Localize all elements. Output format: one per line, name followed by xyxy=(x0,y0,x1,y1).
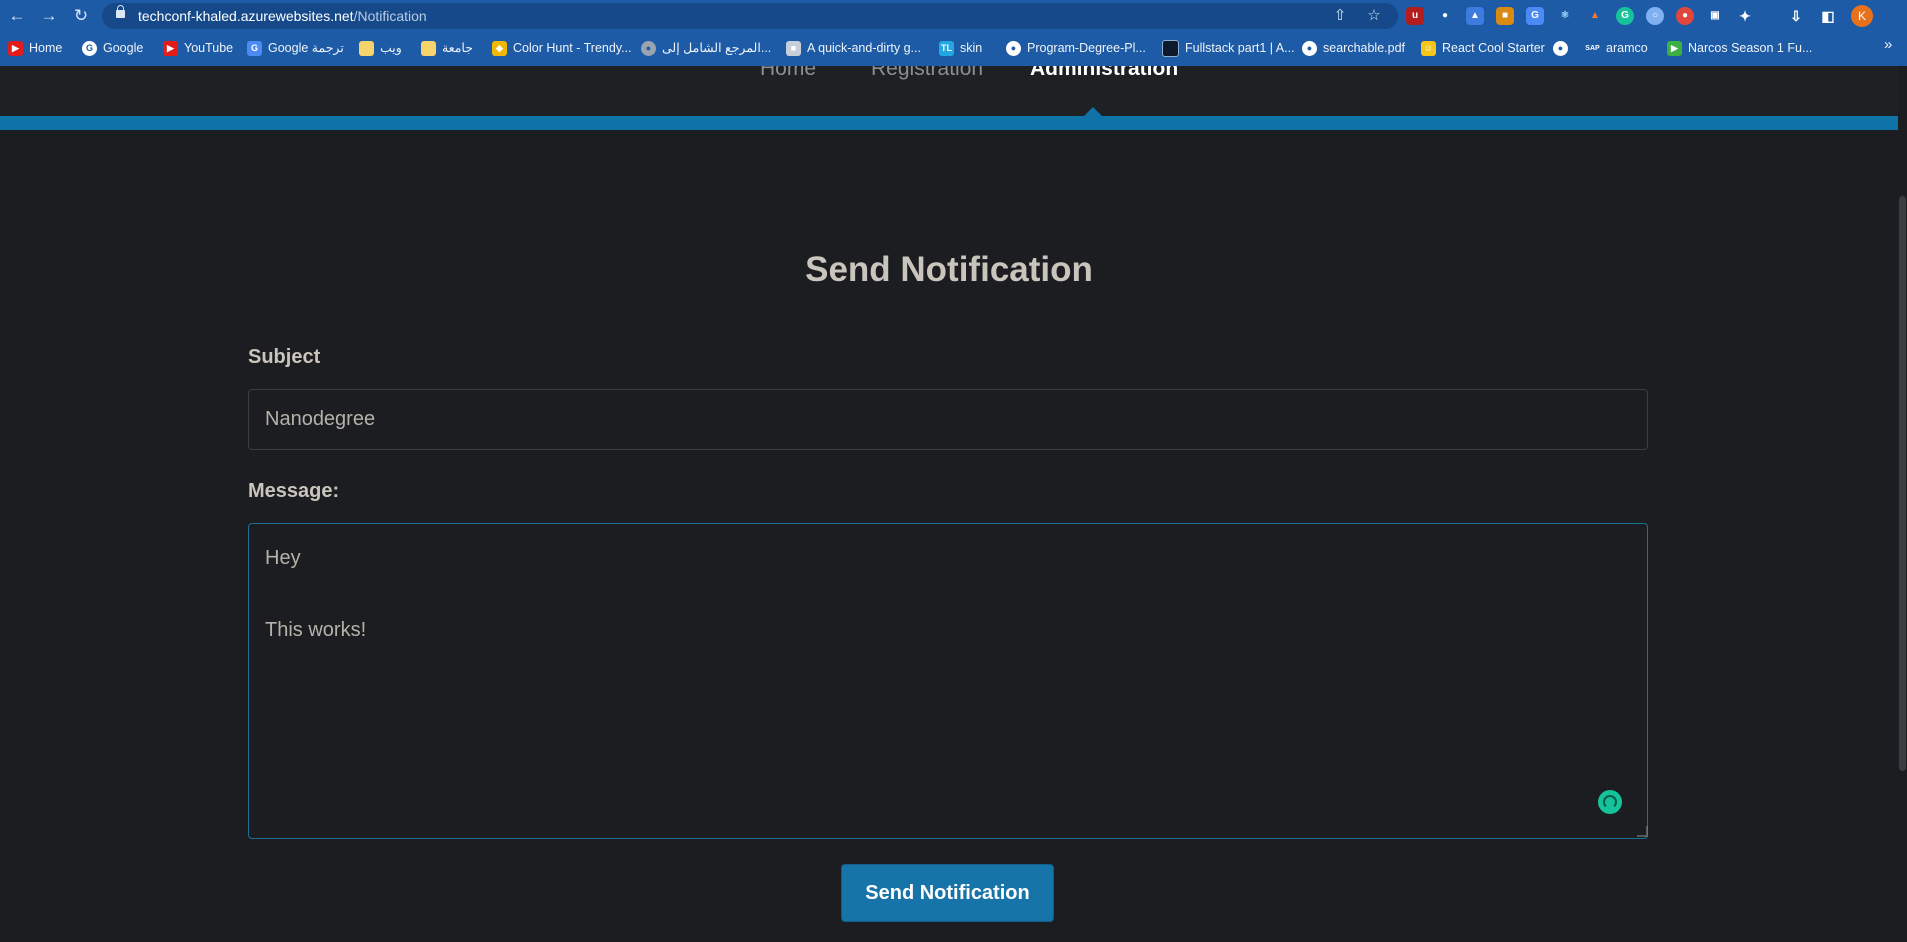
header-accent-bar xyxy=(0,116,1898,130)
bookmark-item[interactable]: ▶ Narcos Season 1 Fu... xyxy=(1667,38,1812,58)
bookmark-item[interactable]: SAP aramco xyxy=(1585,38,1648,58)
nav-link-registration[interactable]: Registration xyxy=(871,66,983,81)
sap-icon: SAP xyxy=(1585,40,1600,56)
message-label: Message: xyxy=(248,480,340,502)
bookmark-label: Home xyxy=(29,41,63,55)
nav-link-administration[interactable]: Administration xyxy=(1030,66,1178,81)
extensions-puzzle-icon[interactable]: ✦ xyxy=(1736,7,1754,25)
scrollbar-thumb[interactable] xyxy=(1899,196,1906,771)
subject-input[interactable]: Nanodegree xyxy=(248,389,1648,450)
bookmark-label: Program-Degree-Pl... xyxy=(1027,41,1146,55)
bookmark-star-icon[interactable]: ☆ xyxy=(1364,6,1384,26)
bookmarks-overflow-icon[interactable]: » xyxy=(1884,36,1892,53)
bookmark-item[interactable]: ويب xyxy=(359,38,402,58)
globe-icon: ● xyxy=(1302,40,1317,56)
page-title: Send Notification xyxy=(805,250,1093,289)
grammarly-widget-icon[interactable] xyxy=(1598,790,1622,814)
google-icon: G xyxy=(82,40,97,56)
bookmark-label: A quick-and-dirty g... xyxy=(807,41,921,55)
textarea-resize-handle[interactable] xyxy=(1637,826,1648,837)
bookmark-label: searchable.pdf xyxy=(1323,41,1406,55)
browser-chrome: ← → ↻ techconf-khaled.azurewebsites.net/… xyxy=(0,0,1907,66)
bookmark-label: Narcos Season 1 Fu... xyxy=(1688,41,1813,55)
bookmark-item[interactable]: TL skin xyxy=(939,38,982,58)
bookmark-label: المرجع الشامل إلى... xyxy=(662,41,772,55)
bookmark-item[interactable]: G Google ترجمة xyxy=(247,38,344,58)
react-devtools-icon[interactable]: ⚛ xyxy=(1556,7,1574,25)
profile-avatar[interactable]: K xyxy=(1851,5,1873,27)
address-bar-row: ← → ↻ techconf-khaled.azurewebsites.net/… xyxy=(0,0,1907,32)
url-host: techconf-khaled.azurewebsites.net xyxy=(138,8,354,24)
subject-label: Subject xyxy=(248,346,321,368)
bookmark-label: aramco xyxy=(1606,41,1648,55)
bookmarks-bar: ▶ Home G Google ▶ YouTube G Google ترجمة ويب جامع… xyxy=(0,34,1907,62)
glasses-extension-icon[interactable]: ● xyxy=(1436,7,1454,25)
youtube-icon: ▶ xyxy=(163,40,178,56)
translate-extension-icon[interactable]: G xyxy=(1526,7,1544,25)
ublock-extension-icon[interactable]: u xyxy=(1406,7,1424,25)
tl-icon: TL xyxy=(939,40,954,56)
lock-icon[interactable] xyxy=(116,5,125,18)
bookmark-label: React Cool Starter xyxy=(1442,41,1545,55)
bookmark-item[interactable]: ▶ YouTube xyxy=(163,38,233,58)
translate-icon: G xyxy=(247,40,262,56)
send-notification-button[interactable]: Send Notification xyxy=(841,864,1054,922)
play-icon: ▶ xyxy=(1667,40,1682,56)
back-arrow-icon[interactable]: ← xyxy=(5,4,29,28)
globe-icon: ● xyxy=(1553,40,1568,56)
active-nav-caret xyxy=(1084,107,1102,116)
grammarly-extension-icon[interactable]: G xyxy=(1616,7,1634,25)
bookmark-item[interactable]: جامعة xyxy=(421,38,473,58)
bookmark-label: Fullstack part1 | A... xyxy=(1185,41,1295,55)
site-navbar: Home Registration Administration xyxy=(0,66,1907,116)
bookmark-label: Google xyxy=(103,41,144,55)
shield-extension-icon[interactable]: ▲ xyxy=(1466,7,1484,25)
folder-icon xyxy=(421,40,436,56)
share-icon[interactable]: ⇧ xyxy=(1330,6,1350,26)
message-textarea[interactable]: Hey This works! xyxy=(248,523,1648,839)
picture-in-picture-icon[interactable]: ▣ xyxy=(1706,7,1724,25)
bookmark-item[interactable]: G Google xyxy=(82,38,143,58)
bookmark-label: جامعة xyxy=(442,41,473,55)
ext-search-icon[interactable]: ○ xyxy=(1646,7,1664,25)
bookmark-label: Google ترجمة xyxy=(268,41,344,55)
bookmark-item[interactable]: ▶ Home xyxy=(8,38,62,58)
bookmark-label: skin xyxy=(960,41,983,55)
message-line: This works! xyxy=(265,619,367,641)
youtube-icon: ▶ xyxy=(8,40,23,56)
bookmark-label: ويب xyxy=(380,41,402,55)
bookmark-item[interactable]: Fullstack part1 | A... xyxy=(1162,38,1295,58)
forward-arrow-icon[interactable]: → xyxy=(37,4,61,28)
doc-icon: ■ xyxy=(786,40,801,56)
emoji-icon: ☺ xyxy=(1421,40,1436,56)
ext-flame-icon[interactable]: ▲ xyxy=(1586,7,1604,25)
message-line xyxy=(265,576,1631,612)
reload-icon[interactable]: ↻ xyxy=(69,4,93,28)
bookmark-item[interactable]: ● المرجع الشامل إلى... xyxy=(641,38,771,58)
globe-icon: ● xyxy=(1006,40,1021,56)
address-bar[interactable]: techconf-khaled.azurewebsites.net/Notifi… xyxy=(102,3,1398,29)
bookmark-item[interactable]: ◆ Color Hunt - Trendy... xyxy=(492,38,632,58)
colorhunt-icon: ◆ xyxy=(492,40,507,56)
square-icon xyxy=(1162,39,1179,57)
ext-orange-icon[interactable]: ■ xyxy=(1496,7,1514,25)
download-icon[interactable]: ⇩ xyxy=(1787,7,1805,25)
folder-icon xyxy=(359,40,374,56)
bookmark-item[interactable]: ● xyxy=(1553,38,1574,58)
url-path: /Notification xyxy=(353,8,427,24)
bookmark-item[interactable]: ■ A quick-and-dirty g... xyxy=(786,38,921,58)
bookmark-label: YouTube xyxy=(184,41,234,55)
bookmark-item[interactable]: ☺ React Cool Starter xyxy=(1421,38,1545,58)
bookmark-item[interactable]: ● searchable.pdf xyxy=(1302,38,1405,58)
url-text[interactable]: techconf-khaled.azurewebsites.net/Notifi… xyxy=(138,3,427,29)
nav-link-home[interactable]: Home xyxy=(760,66,816,81)
bookmark-item[interactable]: ● Program-Degree-Pl... xyxy=(1006,38,1146,58)
ext-red-icon[interactable]: ● xyxy=(1676,7,1694,25)
bookmark-label: Color Hunt - Trendy... xyxy=(513,41,632,55)
globe-icon: ● xyxy=(641,40,656,56)
side-panel-icon[interactable]: ◧ xyxy=(1819,7,1837,25)
message-line: Hey xyxy=(265,547,301,569)
